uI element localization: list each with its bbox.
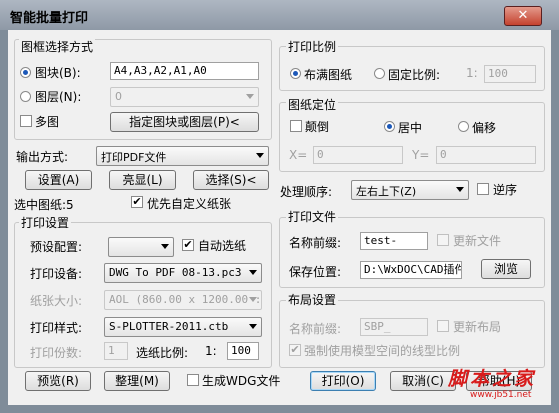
device-dropdown-icon <box>249 270 257 275</box>
output-dropdown-icon <box>256 153 264 158</box>
save-location-label: 保存位置: <box>289 265 342 279</box>
device-label: 打印设备: <box>30 267 83 281</box>
title-bar[interactable]: 智能批量打印 ✕ <box>0 0 559 30</box>
order-select-value: 左右上下(Z) <box>356 185 417 198</box>
layout-title: 布局设置 <box>286 291 339 308</box>
paper-scale-sep: 1: <box>205 344 217 358</box>
center-radio[interactable] <box>384 121 395 132</box>
preset-select[interactable] <box>108 237 174 257</box>
select-button[interactable]: 选择(S)< <box>193 170 269 190</box>
window-title: 智能批量打印 <box>10 11 89 26</box>
preset-dropdown-icon <box>161 244 169 249</box>
file-prefix-label: 名称前缀: <box>289 236 342 250</box>
update-file-checkbox[interactable] <box>437 234 449 246</box>
paper-dropdown-icon <box>249 297 257 302</box>
paper-size-select[interactable]: AOL (860.00 x 1200.00 : <box>104 290 262 310</box>
invert-checkbox[interactable] <box>290 120 302 132</box>
fixed-scale-input[interactable]: 100 <box>484 65 536 83</box>
layer-radio[interactable] <box>20 91 31 102</box>
paper-scale-input[interactable]: 100 <box>227 342 259 360</box>
print-file-title: 打印文件 <box>286 208 339 225</box>
paper-size-value: AOL (860.00 x 1200.00 : <box>109 293 262 306</box>
selected-count: 选中图纸:5 <box>14 198 74 212</box>
frame-select-title: 图框选择方式 <box>19 38 96 55</box>
block-radio-label: 图块(B): <box>35 66 81 80</box>
y-offset-input[interactable]: 0 <box>436 146 536 164</box>
cancel-button[interactable]: 取消(C) <box>390 371 456 391</box>
layer-dropdown-icon <box>246 94 254 99</box>
dialog-client: 图框选择方式 图块(B): A4,A3,A2,A1,A0 图层(N): 0 多图… <box>8 30 551 405</box>
print-button[interactable]: 打印(O) <box>310 371 376 391</box>
fit-paper-label: 布满图纸 <box>304 68 353 82</box>
pick-block-or-layer-button[interactable]: 指定图块或图层(P)< <box>110 112 259 132</box>
browse-button[interactable]: 浏览 <box>481 259 531 279</box>
center-label: 居中 <box>398 121 423 135</box>
plot-style-select[interactable]: S-PLOTTER-2011.ctb <box>104 317 262 337</box>
layout-prefix-input[interactable]: SBP_ <box>360 318 428 336</box>
preset-label: 预设配置: <box>30 240 83 254</box>
preview-button[interactable]: 预览(R) <box>25 371 91 391</box>
auto-select-paper-label: 自动选纸 <box>198 239 247 253</box>
wdg-label: 生成WDG文件 <box>202 374 281 388</box>
layer-select-value: 0 <box>115 90 122 103</box>
x-offset-input[interactable]: 0 <box>313 146 403 164</box>
print-scale-title: 打印比例 <box>286 38 339 55</box>
output-label: 输出方式: <box>16 150 69 164</box>
output-select[interactable]: 打印PDF文件 <box>96 146 269 166</box>
custom-paper-checkbox[interactable]: ✔ <box>131 196 143 208</box>
order-select[interactable]: 左右上下(Z) <box>351 180 469 200</box>
arrange-button[interactable]: 整理(M) <box>104 371 170 391</box>
plot-style-label: 打印样式: <box>30 321 83 335</box>
copies-label: 打印份数: <box>30 346 83 360</box>
multi-checkbox[interactable] <box>20 115 32 127</box>
fixed-scale-label: 固定比例: <box>388 68 441 82</box>
offset-label: 偏移 <box>472 121 497 135</box>
update-layout-checkbox[interactable] <box>437 320 449 332</box>
auto-select-paper-checkbox[interactable]: ✔ <box>182 239 194 251</box>
fixed-scale-radio[interactable] <box>374 68 385 79</box>
update-file-label: 更新文件 <box>453 234 502 248</box>
fit-paper-radio[interactable] <box>290 68 301 79</box>
layer-select[interactable]: 0 <box>110 87 259 107</box>
paper-scale-label: 选纸比例: <box>136 346 189 360</box>
block-radio[interactable] <box>20 67 31 78</box>
copies-input[interactable]: 1 <box>104 342 128 360</box>
file-prefix-input[interactable]: test- <box>360 232 428 250</box>
force-linetype-checkbox[interactable]: ✔ <box>289 344 301 356</box>
output-select-value: 打印PDF文件 <box>101 151 167 164</box>
invert-label: 颠倒 <box>305 120 330 134</box>
y-offset-label: Y= <box>412 148 430 162</box>
layout-prefix-label: 名称前缀: <box>289 322 342 336</box>
dialog-window: 智能批量打印 ✕ 图框选择方式 图块(B): A4,A3,A2,A1,A0 图层… <box>0 0 559 413</box>
plot-style-value: S-PLOTTER-2011.ctb <box>109 320 229 333</box>
paper-size-label: 纸张大小: <box>30 294 83 308</box>
watermark-text: 脚本之家 <box>448 368 537 390</box>
settings-button[interactable]: 设置(A) <box>25 170 92 190</box>
fixed-scale-sep: 1: <box>466 66 478 80</box>
save-location-input[interactable]: D:\WxDOC\CAD插件\ <box>360 261 462 279</box>
offset-radio[interactable] <box>458 121 469 132</box>
plot-style-dropdown-icon <box>249 324 257 329</box>
block-name-input[interactable]: A4,A3,A2,A1,A0 <box>110 62 259 80</box>
x-offset-label: X= <box>289 148 308 162</box>
order-dropdown-icon <box>456 187 464 192</box>
close-button[interactable]: ✕ <box>504 6 542 26</box>
order-label: 处理顺序: <box>280 185 333 199</box>
update-layout-label: 更新布局 <box>453 320 502 334</box>
print-settings-title: 打印设置 <box>19 214 72 231</box>
position-title: 图纸定位 <box>286 96 339 113</box>
watermark-url: www.jb51.net <box>470 390 532 400</box>
wdg-checkbox[interactable] <box>187 374 199 386</box>
close-icon: ✕ <box>517 8 529 23</box>
device-select[interactable]: DWG To PDF 08-13.pc3 <box>104 263 262 283</box>
layer-radio-label: 图层(N): <box>35 90 82 104</box>
reverse-label: 逆序 <box>493 183 518 197</box>
reverse-checkbox[interactable] <box>477 183 489 195</box>
highlight-button[interactable]: 亮显(L) <box>109 170 176 190</box>
multi-checkbox-label: 多图 <box>35 115 60 129</box>
device-select-value: DWG To PDF 08-13.pc3 <box>109 266 242 279</box>
force-linetype-label: 强制使用模型空间的线型比例 <box>304 344 461 358</box>
custom-paper-label: 优先自定义纸张 <box>147 197 232 211</box>
